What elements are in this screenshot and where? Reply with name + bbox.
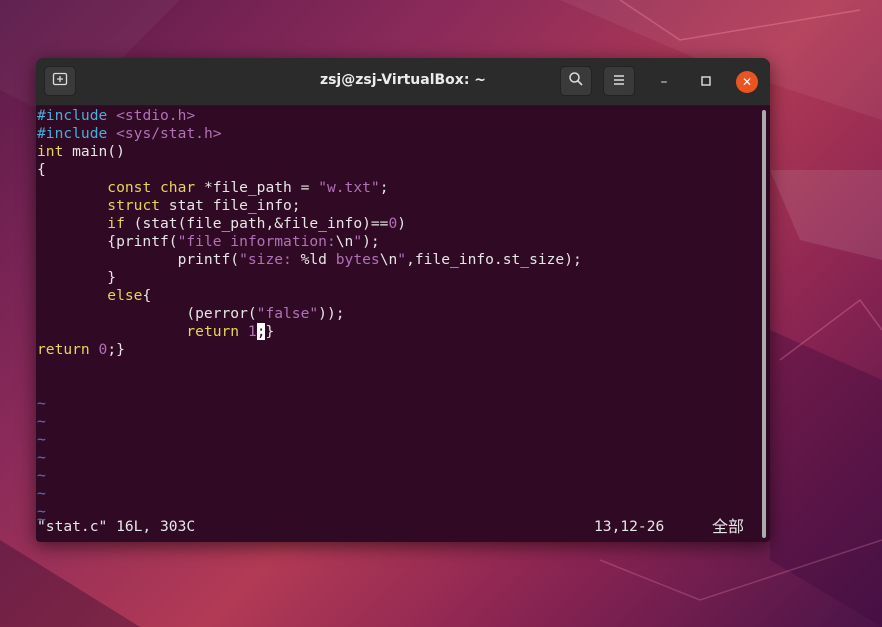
terminal-window: zsj@zsj-VirtualBox: ~ – ✕ #include <stdi… xyxy=(36,58,770,542)
code-line-12: (perror("false")); xyxy=(37,305,345,322)
status-file-info: "stat.c" 16L, 303C xyxy=(37,518,196,535)
code-line-6: struct stat file_info; xyxy=(107,197,301,214)
hamburger-menu-icon xyxy=(612,72,626,91)
empty-line-marker: ~ xyxy=(37,413,46,430)
empty-line-marker: ~ xyxy=(37,485,46,502)
search-icon xyxy=(568,71,584,91)
code-line-3: int main() xyxy=(37,143,125,160)
code-line-9: printf("size: %ld bytes\n",file_info.st_… xyxy=(37,251,582,268)
code-line-14: return 0;} xyxy=(37,341,125,358)
maximize-icon xyxy=(701,74,711,90)
search-button[interactable] xyxy=(560,66,592,96)
code-line-10: } xyxy=(37,269,117,286)
minimize-icon: – xyxy=(660,74,668,90)
code-line-1: #include <stdio.h> xyxy=(37,107,196,124)
code-line-11: else{ xyxy=(107,287,152,304)
close-icon: ✕ xyxy=(741,75,753,89)
empty-line-marker: ~ xyxy=(37,467,46,484)
empty-line-marker: ~ xyxy=(37,431,46,448)
terminal-content[interactable]: #include <stdio.h> #include <sys/stat.h>… xyxy=(36,105,758,542)
minimize-button[interactable]: – xyxy=(653,71,675,93)
status-scroll-position: 全部 xyxy=(712,517,745,536)
empty-line-marker: ~ xyxy=(37,395,46,412)
code-line-7: if (stat(file_path,&file_info)==0) xyxy=(107,215,407,232)
code-line-4: { xyxy=(37,161,46,178)
code-line-2: #include <sys/stat.h> xyxy=(37,125,222,142)
titlebar: zsj@zsj-VirtualBox: ~ – ✕ xyxy=(36,58,770,106)
code-line-8: {printf("file information:\n"); xyxy=(37,233,380,250)
scrollbar[interactable] xyxy=(762,110,766,538)
close-button[interactable]: ✕ xyxy=(736,71,758,93)
menu-button[interactable] xyxy=(603,66,635,96)
status-cursor-position: 13,12-26 xyxy=(594,518,665,535)
code-line-13: return 1;} xyxy=(186,323,275,340)
empty-line-marker: ~ xyxy=(37,449,46,466)
maximize-button[interactable] xyxy=(695,71,717,93)
code-line-5: const char *file_path = "w.txt"; xyxy=(107,179,389,196)
